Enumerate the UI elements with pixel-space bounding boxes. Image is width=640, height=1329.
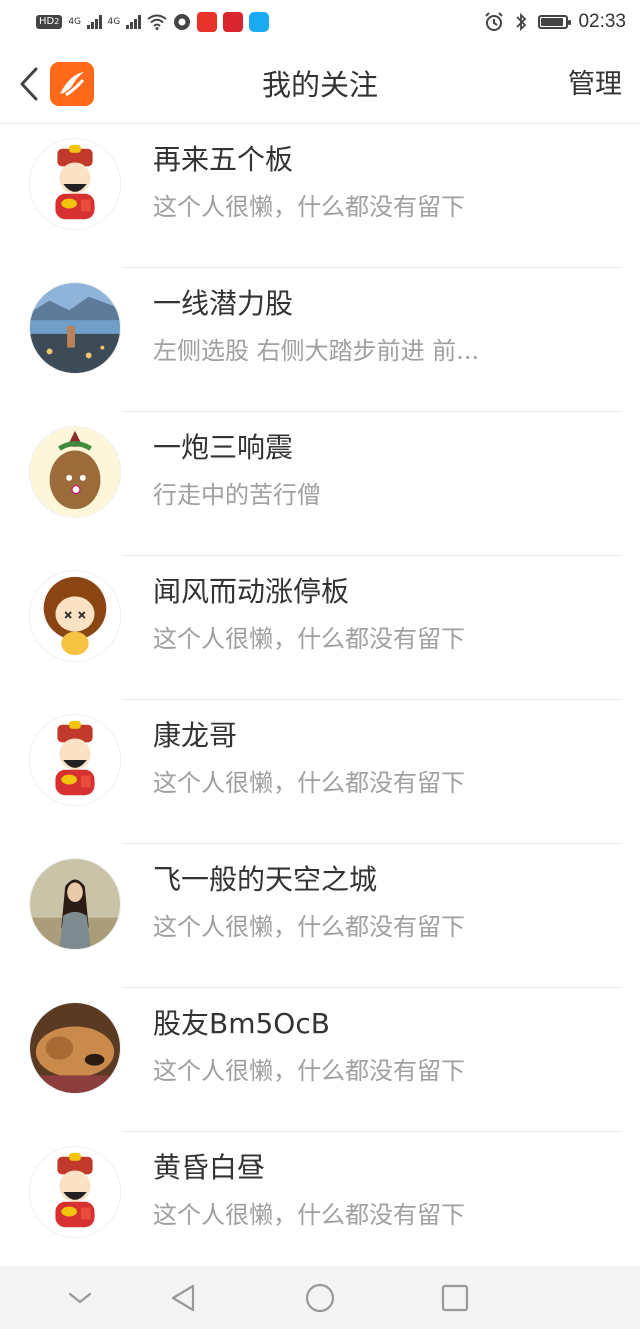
follow-list: 再来五个板 这个人很懒，什么都没有留下 一线潜力股 左侧选股 右侧大踏步前进 前…: [0, 124, 640, 1266]
fortune-god-avatar[interactable]: [29, 714, 121, 806]
follow-name: 飞一般的天空之城: [153, 863, 378, 896]
triangle-back-icon: [171, 1284, 195, 1312]
status-left: HD2 4G 4G: [36, 12, 269, 32]
follow-name: 黄昏白昼: [153, 1151, 266, 1184]
follow-desc: 左侧选股 右侧大踏步前进 前...: [153, 337, 480, 365]
dog-photo-avatar[interactable]: [29, 1002, 121, 1094]
landscape-avatar[interactable]: [29, 282, 121, 374]
follow-desc: 这个人很懒，什么都没有留下: [153, 913, 465, 941]
list-item[interactable]: 股友Bm5OcB 这个人很懒，什么都没有留下: [0, 988, 640, 1132]
nav-back-button[interactable]: [166, 1281, 200, 1315]
home-button[interactable]: [303, 1281, 337, 1315]
list-item[interactable]: 一线潜力股 左侧选股 右侧大踏步前进 前...: [0, 268, 640, 412]
app-icon-news: [196, 12, 217, 32]
follow-desc: 这个人很懒，什么都没有留下: [153, 625, 465, 653]
follow-name: 再来五个板: [153, 143, 294, 176]
fortune-god-avatar[interactable]: [29, 138, 121, 230]
list-item[interactable]: 飞一般的天空之城 这个人很懒，什么都没有留下: [0, 844, 640, 988]
square-recents-icon: [441, 1284, 469, 1312]
wifi-icon: [147, 14, 167, 30]
follow-name: 股友Bm5OcB: [153, 1007, 330, 1040]
app-icon-circle: [173, 14, 190, 30]
status-bar: HD2 4G 4G 02:33: [0, 0, 640, 44]
chevron-down-icon: [68, 1292, 92, 1304]
follow-name: 一线潜力股: [153, 287, 294, 320]
list-item[interactable]: 黄昏白昼 这个人很懒，什么都没有留下: [0, 1132, 640, 1266]
app-icon-blue: [248, 12, 269, 32]
list-item[interactable]: 再来五个板 这个人很懒，什么都没有留下: [0, 124, 640, 268]
battery-icon: [538, 15, 572, 29]
follow-name: 康龙哥: [153, 719, 238, 752]
network-type-1: 4G: [68, 17, 82, 27]
follow-desc: 行走中的苦行僧: [153, 481, 321, 509]
circle-home-icon: [305, 1283, 335, 1313]
nav-bar: 我的关注 管理: [0, 44, 640, 124]
system-nav-bar: [0, 1266, 640, 1329]
alarm-icon: [485, 12, 504, 31]
clock: 02:33: [578, 11, 626, 32]
signal-icon: [126, 15, 141, 29]
list-item[interactable]: 闻风而动涨停板 这个人很懒，什么都没有留下: [0, 556, 640, 700]
signal-icon: [87, 15, 102, 29]
status-right: 02:33: [484, 11, 626, 33]
hide-nav-button[interactable]: [63, 1281, 97, 1315]
list-item[interactable]: 一炮三响震 行走中的苦行僧: [0, 412, 640, 556]
follow-desc: 这个人很懒，什么都没有留下: [153, 1201, 465, 1229]
manage-button[interactable]: 管理: [568, 66, 622, 104]
recents-button[interactable]: [438, 1281, 472, 1315]
network-type-2: 4G: [107, 17, 121, 27]
fortune-god-avatar[interactable]: [29, 1146, 121, 1238]
potato-avatar[interactable]: [29, 426, 121, 518]
page-title: 我的关注: [261, 68, 378, 102]
follow-name: 闻风而动涨停板: [153, 575, 350, 608]
woman-photo-avatar[interactable]: [29, 858, 121, 950]
bluetooth-icon: [516, 12, 527, 32]
follow-desc: 这个人很懒，什么都没有留下: [153, 769, 465, 797]
list-item[interactable]: 康龙哥 这个人很懒，什么都没有留下: [0, 700, 640, 844]
hd-badge: HD2: [36, 15, 63, 29]
cartoon-girl-avatar[interactable]: [29, 570, 121, 662]
follow-desc: 这个人很懒，什么都没有留下: [153, 1057, 465, 1085]
follow-name: 一炮三响震: [153, 431, 294, 464]
app-icon-red: [222, 12, 243, 32]
follow-desc: 这个人很懒，什么都没有留下: [153, 193, 465, 221]
